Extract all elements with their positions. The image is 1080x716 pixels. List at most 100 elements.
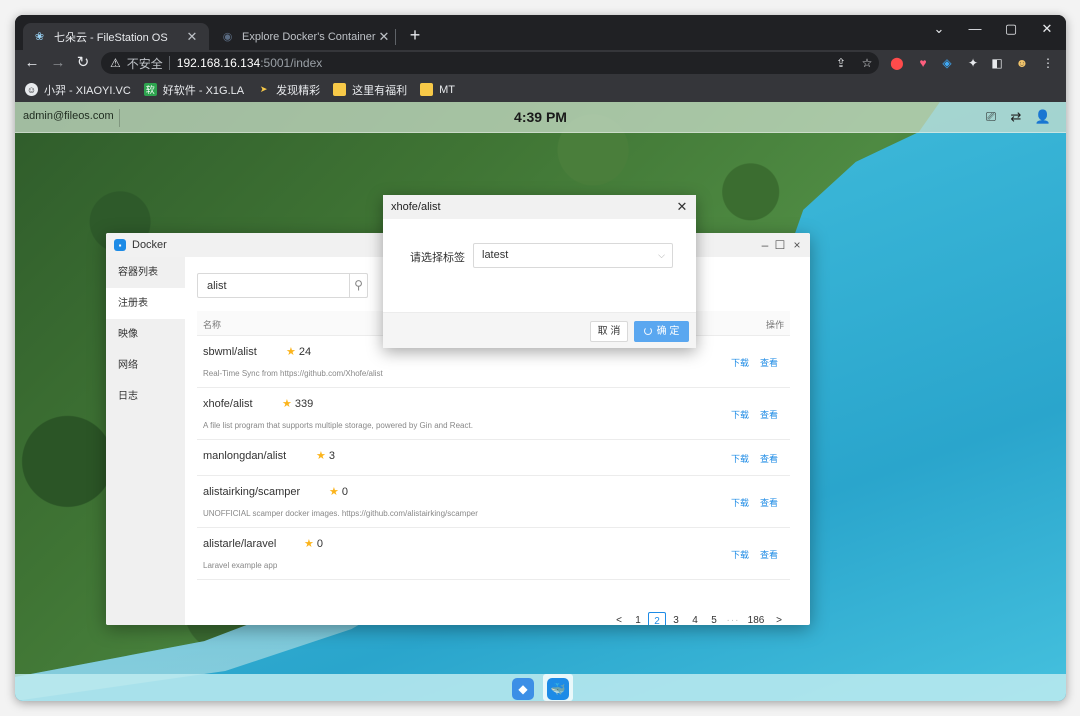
user-icon[interactable]: 👤 <box>1033 108 1053 126</box>
maximize-button[interactable]: ▢ <box>993 17 1029 41</box>
view-link[interactable]: 查看 <box>760 358 778 368</box>
view-link[interactable]: 查看 <box>760 498 778 508</box>
extensions-puzzle-icon[interactable]: ✦ <box>963 53 983 73</box>
profile-avatar[interactable]: ☻ <box>1012 53 1032 73</box>
reload-icon[interactable]: ↻ <box>72 52 94 74</box>
bookmark-folder-mt[interactable]: MT <box>420 83 455 96</box>
confirm-button[interactable]: 确 定 <box>634 321 689 342</box>
prev-page-icon[interactable]: < <box>610 612 628 625</box>
close-icon[interactable]: ✕ <box>674 198 690 216</box>
monitor-icon[interactable]: ⎚ <box>981 108 1001 126</box>
bookmark-label: 小羿 - XIAOYI.VC <box>44 84 131 97</box>
bookmark-x1g[interactable]: 软 好软件 - X1G.LA <box>143 82 245 98</box>
minimize-icon[interactable]: – <box>758 237 772 253</box>
image-name: alistairking/scamper <box>203 486 301 498</box>
star-value: 3 <box>328 450 335 462</box>
tab-title: Explore Docker's Container Im <box>242 30 377 43</box>
dialog-header: xhofe/alist ✕ <box>383 195 696 219</box>
row-actions: 下载 查看 <box>720 452 778 465</box>
download-link[interactable]: 下载 <box>731 454 749 464</box>
sidebar-item-logs[interactable]: 日志 <box>106 381 185 412</box>
tag-label: 请选择标签 <box>410 252 465 264</box>
sidebar-item-containers[interactable]: 容器列表 <box>106 257 185 288</box>
browser-menu-icon[interactable]: ⋮ <box>1038 53 1058 73</box>
sidebar-item-registry[interactable]: 注册表 <box>106 288 185 319</box>
table-row: alistairking/scamper ★ 0 UNOFFICIAL scamp… <box>197 476 790 528</box>
dock-docker-icon[interactable]: 🐳 <box>547 678 569 700</box>
close-icon[interactable]: ✕ <box>377 29 391 45</box>
star-value: 24 <box>298 346 312 358</box>
extension-ublock-icon[interactable]: ⬤ <box>887 53 907 73</box>
close-icon[interactable]: ✕ <box>185 29 199 45</box>
dialog-footer: 取 消 确 定 <box>383 312 696 348</box>
share-icon[interactable]: ⇪ <box>831 53 851 73</box>
star-count: ★ 339 <box>282 397 313 410</box>
bookmarks-bar: ☺ 小羿 - XIAOYI.VC 软 好软件 - X1G.LA ➤ 发现精彩 这… <box>15 77 1066 102</box>
tag-select[interactable]: latest ⌵ <box>473 243 673 268</box>
forward-arrow-icon[interactable]: → <box>47 52 69 74</box>
bookmark-label: 好软件 - X1G.LA <box>162 84 245 97</box>
extension-layers-icon[interactable]: ◈ <box>937 53 957 73</box>
view-link[interactable]: 查看 <box>760 454 778 464</box>
close-icon[interactable]: × <box>790 237 804 253</box>
docker-favicon-icon: ◉ <box>222 31 233 43</box>
download-link[interactable]: 下载 <box>731 498 749 508</box>
image-name: xhofe/alist <box>203 398 253 410</box>
image-name: alistarle/laravel <box>203 538 277 550</box>
star-icon: ★ <box>304 538 314 550</box>
download-link[interactable]: 下载 <box>731 410 749 420</box>
sidebar-item-images[interactable]: 映像 <box>106 319 185 350</box>
star-value: 0 <box>341 486 348 498</box>
transfer-icon[interactable]: ⇄ <box>1006 108 1026 126</box>
select-tag-dialog: xhofe/alist ✕ 请选择标签 latest ⌵ 取 消 确 定 <box>383 195 696 348</box>
bookmark-discover[interactable]: ➤ 发现精彩 <box>257 82 320 98</box>
cancel-button[interactable]: 取 消 <box>590 321 628 342</box>
sidebar-item-network[interactable]: 网络 <box>106 350 185 381</box>
view-link[interactable]: 查看 <box>760 550 778 560</box>
address-bar[interactable]: ⚠ 不安全 192.168.16.134 :5001/index <box>101 52 879 74</box>
download-link[interactable]: 下载 <box>731 550 749 560</box>
filestation-favicon-icon: ❀ <box>34 31 45 43</box>
page-5[interactable]: 5 <box>705 612 723 625</box>
new-tab-button[interactable]: + <box>404 24 426 46</box>
bookmark-xiaoyi[interactable]: ☺ 小羿 - XIAOYI.VC <box>25 82 131 98</box>
minimize-button[interactable]: — <box>957 17 993 41</box>
discover-icon: ➤ <box>259 84 268 94</box>
view-link[interactable]: 查看 <box>760 410 778 420</box>
back-arrow-icon[interactable]: ← <box>21 52 43 74</box>
clock: 4:39 PM <box>514 109 567 125</box>
page-3[interactable]: 3 <box>667 612 685 625</box>
column-header-action: 操作 <box>765 320 784 330</box>
tab-search-icon[interactable]: ⌄ <box>921 17 957 41</box>
search-input[interactable] <box>198 274 349 297</box>
browser-window: ❀ 七朵云 - FileStation OS ✕ ◉ Explore Docke… <box>15 15 1066 701</box>
download-link[interactable]: 下载 <box>731 358 749 368</box>
row-actions: 下载 查看 <box>720 408 778 421</box>
extension-heart-icon[interactable]: ♥ <box>913 53 933 73</box>
next-page-icon[interactable]: > <box>770 612 788 625</box>
url-path: :5001/index <box>260 56 323 70</box>
bookmark-label: 发现精彩 <box>276 84 321 97</box>
side-panel-icon[interactable]: ◧ <box>987 53 1007 73</box>
chevron-down-icon: ⌵ <box>658 250 665 260</box>
star-icon: ★ <box>282 398 292 410</box>
tab-filestation[interactable]: ❀ 七朵云 - FileStation OS ✕ <box>23 23 209 50</box>
page-last[interactable]: 186 <box>743 612 769 625</box>
page-1[interactable]: 1 <box>629 612 647 625</box>
star-icon: ★ <box>329 486 339 498</box>
image-name: manlongdan/alist <box>203 450 287 462</box>
folder-icon <box>420 83 434 96</box>
page-ellipsis[interactable]: ··· <box>724 612 742 625</box>
maximize-icon[interactable]: ☐ <box>773 237 787 253</box>
filestation-desktop: admin@fileos.com 4:39 PM ⎚ ⇄ 👤 ▪ Docker … <box>15 102 1066 701</box>
column-header-name: 名称 <box>203 320 222 330</box>
search-icon[interactable]: ⚲ <box>349 274 367 297</box>
star-icon[interactable]: ☆ <box>857 53 877 73</box>
page-4[interactable]: 4 <box>686 612 704 625</box>
bookmark-folder-welfare[interactable]: 这里有福利 <box>333 82 407 98</box>
page-2-current[interactable]: 2 <box>648 612 666 625</box>
dock-app-stack-icon[interactable]: ◆ <box>512 678 534 700</box>
tab-docker-hub[interactable]: ◉ Explore Docker's Container Im ✕ <box>211 23 401 50</box>
close-window-button[interactable]: ✕ <box>1029 17 1065 41</box>
x1g-logo-icon: 软 <box>143 83 157 96</box>
